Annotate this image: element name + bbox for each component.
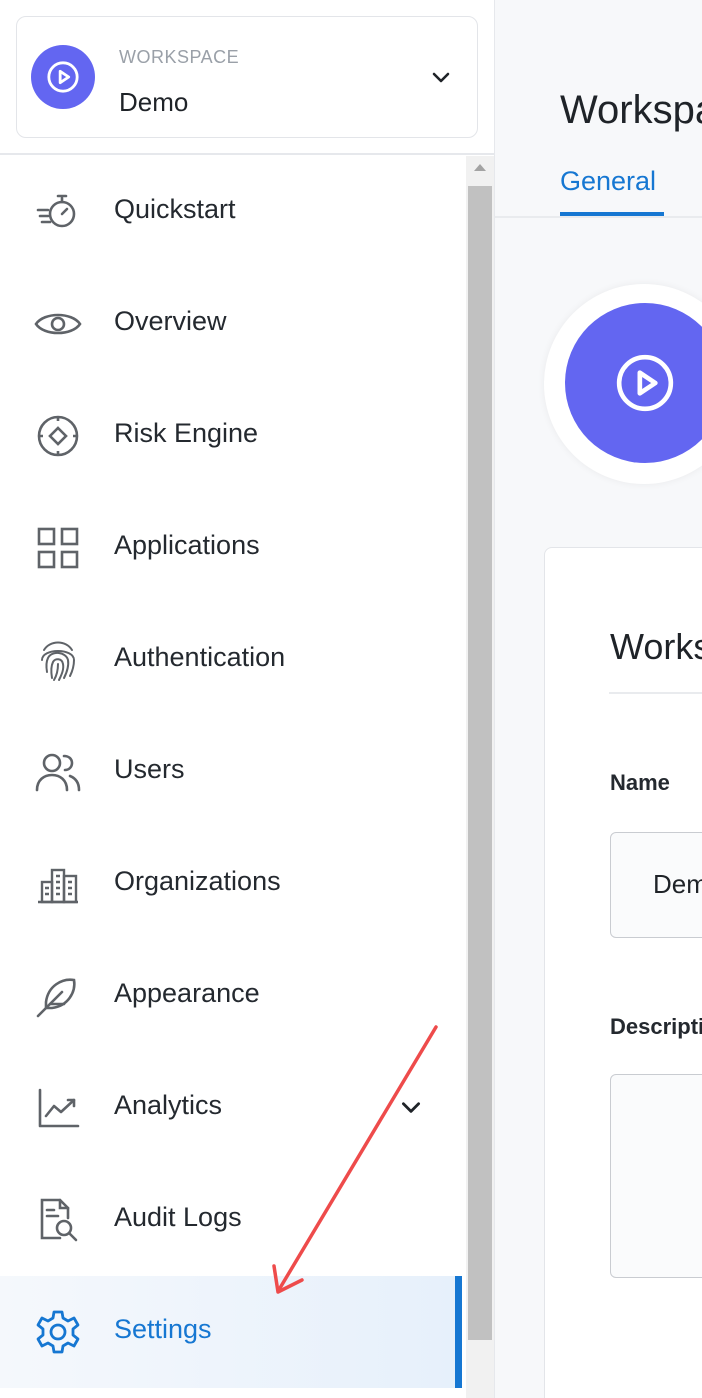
stopwatch-icon <box>36 194 76 228</box>
buildings-icon <box>38 868 78 904</box>
card-divider <box>609 692 702 694</box>
chevron-down-icon[interactable] <box>398 1094 424 1120</box>
file-search-icon <box>40 1198 78 1242</box>
sidebar-item-users[interactable]: Users <box>0 716 462 828</box>
chart-icon <box>38 1088 80 1128</box>
sidebar-item-applications[interactable]: Applications <box>0 492 462 604</box>
sidebar-item-label: Analytics <box>114 1090 223 1120</box>
workspace-name: Demo <box>119 87 189 117</box>
description-textarea[interactable] <box>610 1074 702 1278</box>
sidebar: WORKSPACE Demo Quickstart Overview Risk … <box>0 0 495 1398</box>
page-title: Workspace <box>560 88 702 132</box>
sidebar-nav: Quickstart Overview Risk Engine Applicat… <box>0 156 466 1398</box>
sidebar-item-audit-logs[interactable]: Audit Logs <box>0 1164 462 1276</box>
play-circle-icon <box>616 354 674 412</box>
play-circle-icon <box>47 61 79 93</box>
sidebar-item-label: Quickstart <box>114 194 236 224</box>
sidebar-item-authentication[interactable]: Authentication <box>0 604 462 716</box>
name-label: Name <box>610 770 670 795</box>
sidebar-item-risk-engine[interactable]: Risk Engine <box>0 380 462 492</box>
active-indicator <box>455 1276 462 1388</box>
description-label: Description <box>610 1014 702 1039</box>
name-input-value: Demo <box>653 869 702 899</box>
users-icon <box>35 753 81 792</box>
chevron-down-icon[interactable] <box>429 65 453 89</box>
scrollbar-thumb[interactable] <box>468 186 492 1340</box>
sidebar-item-label: Risk Engine <box>114 418 259 448</box>
sidebar-item-label: Users <box>114 754 185 784</box>
gear-icon <box>36 1310 80 1354</box>
sidebar-item-label: Authentication <box>114 642 286 672</box>
sidebar-item-label: Overview <box>114 306 227 336</box>
sidebar-item-organizations[interactable]: Organizations <box>0 828 462 940</box>
tabs-divider <box>495 216 702 218</box>
sidebar-item-label: Audit Logs <box>114 1202 242 1232</box>
sidebar-item-overview[interactable]: Overview <box>0 268 462 380</box>
sidebar-item-settings[interactable]: Settings <box>0 1276 462 1388</box>
name-input[interactable]: Demo <box>610 832 702 938</box>
sidebar-item-label: Settings <box>114 1314 212 1344</box>
grid-icon <box>37 527 79 569</box>
feather-icon <box>36 978 76 1018</box>
sidebar-item-appearance[interactable]: Appearance <box>0 940 462 1052</box>
divider <box>0 153 494 155</box>
sidebar-item-label: Organizations <box>114 866 281 896</box>
main-content: Workspace General Workspace Name Demo De… <box>495 0 702 1398</box>
workspace-caption: WORKSPACE <box>119 47 240 67</box>
tab-general[interactable]: General <box>560 166 656 197</box>
sidebar-item-label: Appearance <box>114 978 260 1008</box>
sidebar-item-quickstart[interactable]: Quickstart <box>0 156 462 268</box>
workspace-logo <box>31 45 95 109</box>
sidebar-item-analytics[interactable]: Analytics <box>0 1052 462 1164</box>
sidebar-item-label: Applications <box>114 530 260 560</box>
scroll-up-arrow-icon[interactable] <box>474 164 486 171</box>
workspace-switcher[interactable]: WORKSPACE Demo <box>16 16 478 138</box>
card-title: Workspace <box>610 626 702 667</box>
target-icon <box>37 415 79 457</box>
fingerprint-icon <box>41 641 76 681</box>
eye-icon <box>34 313 82 335</box>
sidebar-scrollbar[interactable] <box>466 156 494 1398</box>
